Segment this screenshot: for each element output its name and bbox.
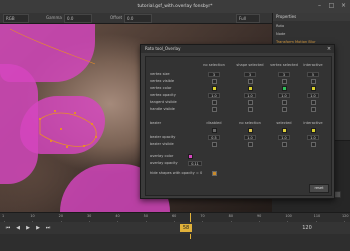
vertex-size-input[interactable]: 3 (208, 72, 220, 77)
playback-controls: ⏮ ◀ ▶ ▶ ⏭ 58 120 (0, 222, 350, 234)
bezier-visible-checkbox[interactable] (282, 142, 287, 147)
row-label: tangent visible (150, 100, 177, 104)
handle-visible-checkbox[interactable] (282, 107, 287, 112)
timeline-tick-label: 60 (172, 214, 177, 218)
timeline-tick-label: 30 (87, 214, 92, 218)
handle-visible-checkbox[interactable] (212, 107, 217, 112)
vertex-color-swatch[interactable] (282, 86, 287, 91)
timeline-tick-label: 20 (58, 214, 63, 218)
column-header: no selection (203, 63, 225, 67)
current-frame-field[interactable]: 58 (180, 224, 192, 232)
close-icon[interactable]: × (340, 2, 347, 9)
prev-frame-icon[interactable]: ◀ (14, 224, 22, 232)
vertex-size-input[interactable]: 3 (244, 72, 256, 77)
prop-row[interactable]: Roto (276, 23, 284, 30)
timeline-tick-label: 1 (2, 214, 5, 218)
tangent-visible-checkbox[interactable] (311, 100, 316, 105)
viewer-toolbar: RGB Gamma 0.0 Offset 0.0 Full (0, 13, 272, 24)
tangent-visible-checkbox[interactable] (282, 100, 287, 105)
row-label: hide shapes with opacity = 0 (150, 171, 203, 175)
row-label: bezier visible (150, 142, 174, 146)
offset-label: Offset (110, 15, 123, 20)
vertex-opacity-input[interactable]: 1.0 (244, 93, 256, 98)
maximize-icon[interactable]: □ (328, 2, 335, 9)
bezier-visible-checkbox[interactable] (311, 142, 316, 147)
bezier-opacity-input[interactable]: 1.0 (307, 135, 319, 140)
timeline-tick-label: 10 (30, 214, 35, 218)
first-frame-icon[interactable]: ⏮ (4, 224, 12, 232)
bezier-color-swatch[interactable] (282, 128, 287, 133)
vertex-color-swatch[interactable] (212, 86, 217, 91)
overlay-settings-dialog: Roto tool_Overlay × no selection shape s… (140, 44, 335, 199)
vertex-color-swatch[interactable] (311, 86, 316, 91)
bezier-color-swatch[interactable] (311, 128, 316, 133)
column-header: disabled (206, 121, 222, 125)
vertex-color-swatch[interactable] (248, 86, 253, 91)
row-label: handle visible (150, 107, 175, 111)
row-label: bezier (150, 121, 162, 125)
timeline-tick-label: 40 (115, 214, 120, 218)
gamma-input[interactable]: 0.0 (64, 14, 92, 23)
row-label: vertex size (150, 72, 170, 76)
vertex-opacity-input[interactable]: 1.0 (208, 93, 220, 98)
timeline-tick-label: 120 (342, 214, 349, 218)
properties-header: Properties (273, 13, 350, 21)
column-header: interactive (303, 121, 323, 125)
handle-visible-checkbox[interactable] (311, 107, 316, 112)
timeline-tick-label: 110 (313, 214, 321, 218)
tangent-visible-checkbox[interactable] (212, 100, 217, 105)
tangent-visible-checkbox[interactable] (248, 100, 253, 105)
row-label: overlay color (150, 154, 174, 158)
timeline-tick-label: 50 (143, 214, 148, 218)
graph-node[interactable] (334, 191, 341, 198)
vertex-visible-checkbox[interactable] (212, 79, 217, 84)
handle-visible-checkbox[interactable] (248, 107, 253, 112)
window-title: tutorial.gsf_with.overlay fonsbyr* (137, 4, 213, 9)
gamma-label: Gamma (46, 15, 62, 20)
dialog-close-icon[interactable]: × (326, 45, 332, 53)
vertex-opacity-input[interactable]: 1.0 (278, 93, 290, 98)
next-frame-icon[interactable]: ▶ (34, 224, 42, 232)
bezier-opacity-input[interactable]: 1.0 (278, 135, 290, 140)
minimize-icon[interactable]: – (316, 2, 323, 9)
vertex-visible-checkbox[interactable] (282, 79, 287, 84)
offset-input[interactable]: 0.0 (124, 14, 152, 23)
timeline-tick-label: 80 (228, 214, 233, 218)
vertex-visible-checkbox[interactable] (311, 79, 316, 84)
overlay-opacity-input[interactable]: 0.11 (188, 161, 202, 166)
prop-row[interactable]: Node (276, 31, 285, 38)
overlay-color-swatch[interactable] (188, 154, 193, 159)
bezier-color-swatch[interactable] (248, 128, 253, 133)
play-icon[interactable]: ▶ (24, 224, 32, 232)
timeline-tick-label: 70 (200, 214, 205, 218)
row-label: bezier opacity (150, 135, 176, 139)
vertex-visible-checkbox[interactable] (248, 79, 253, 84)
bezier-visible-checkbox[interactable] (248, 142, 253, 147)
row-label: vertex visible (150, 79, 175, 83)
timeline-tick-label: 90 (257, 214, 262, 218)
vertex-opacity-input[interactable]: 1.0 (307, 93, 319, 98)
view-select[interactable]: Full (236, 14, 260, 23)
vertex-size-input[interactable]: 3 (278, 72, 290, 77)
row-label: vertex opacity (150, 93, 176, 97)
bezier-visible-checkbox[interactable] (212, 142, 217, 147)
channel-select[interactable]: RGB (3, 14, 29, 23)
dialog-title: Roto tool_Overlay (141, 45, 334, 53)
row-label: overlay opacity (150, 161, 178, 165)
bezier-opacity-input[interactable]: 0.5 (208, 135, 220, 140)
last-frame-icon[interactable]: ⏭ (44, 224, 52, 232)
bezier-opacity-input[interactable]: 1.0 (244, 135, 256, 140)
column-header: interactive (303, 63, 323, 67)
title-bar: tutorial.gsf_with.overlay fonsbyr* – □ × (0, 0, 350, 14)
timeline-tick-label: 100 (285, 214, 292, 218)
hide-shapes-checkbox[interactable] (212, 171, 217, 176)
reset-button[interactable]: reset (309, 184, 329, 193)
end-frame-field[interactable]: 120 (300, 224, 314, 232)
row-label: vertex color (150, 86, 172, 90)
vertex-size-input[interactable]: 5 (307, 72, 319, 77)
dialog-body: no selection shape selected vertex selec… (145, 56, 332, 196)
bezier-color-swatch[interactable] (212, 128, 217, 133)
